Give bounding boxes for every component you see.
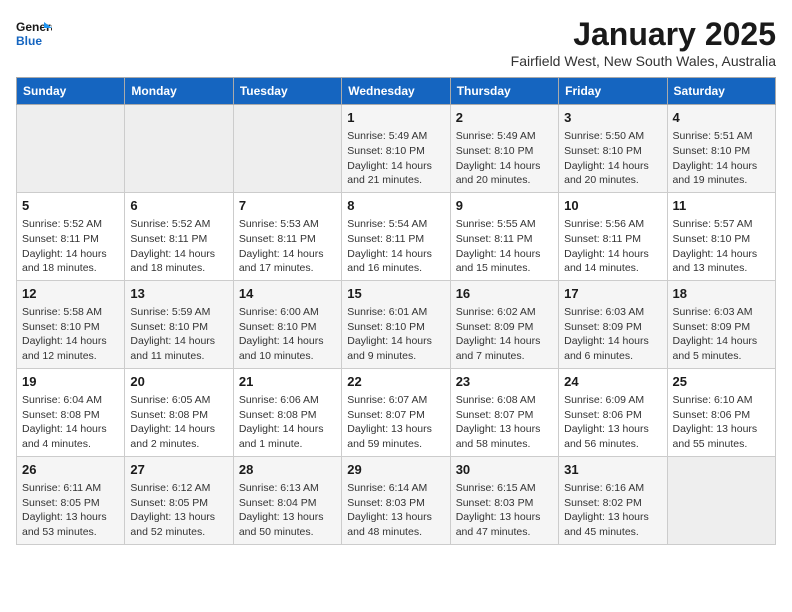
calendar-cell: 27Sunrise: 6:12 AMSunset: 8:05 PMDayligh… xyxy=(125,456,233,544)
day-number: 24 xyxy=(564,373,661,391)
header-day-saturday: Saturday xyxy=(667,78,775,105)
day-number: 18 xyxy=(673,285,770,303)
calendar-cell: 17Sunrise: 6:03 AMSunset: 8:09 PMDayligh… xyxy=(559,280,667,368)
calendar-cell: 8Sunrise: 5:54 AMSunset: 8:11 PMDaylight… xyxy=(342,192,450,280)
calendar-cell: 29Sunrise: 6:14 AMSunset: 8:03 PMDayligh… xyxy=(342,456,450,544)
day-number: 10 xyxy=(564,197,661,215)
day-number: 1 xyxy=(347,109,444,127)
day-number: 12 xyxy=(22,285,119,303)
week-row: 5Sunrise: 5:52 AMSunset: 8:11 PMDaylight… xyxy=(17,192,776,280)
day-number: 14 xyxy=(239,285,336,303)
calendar-cell: 12Sunrise: 5:58 AMSunset: 8:10 PMDayligh… xyxy=(17,280,125,368)
calendar-cell: 16Sunrise: 6:02 AMSunset: 8:09 PMDayligh… xyxy=(450,280,558,368)
calendar-cell: 25Sunrise: 6:10 AMSunset: 8:06 PMDayligh… xyxy=(667,368,775,456)
day-number: 3 xyxy=(564,109,661,127)
calendar-cell xyxy=(125,105,233,193)
calendar-cell: 2Sunrise: 5:49 AMSunset: 8:10 PMDaylight… xyxy=(450,105,558,193)
calendar-cell: 6Sunrise: 5:52 AMSunset: 8:11 PMDaylight… xyxy=(125,192,233,280)
calendar-cell: 28Sunrise: 6:13 AMSunset: 8:04 PMDayligh… xyxy=(233,456,341,544)
day-number: 11 xyxy=(673,197,770,215)
month-title: January 2025 xyxy=(511,16,776,53)
calendar-cell: 3Sunrise: 5:50 AMSunset: 8:10 PMDaylight… xyxy=(559,105,667,193)
title-block: January 2025 Fairfield West, New South W… xyxy=(511,16,776,69)
week-row: 12Sunrise: 5:58 AMSunset: 8:10 PMDayligh… xyxy=(17,280,776,368)
calendar-cell: 9Sunrise: 5:55 AMSunset: 8:11 PMDaylight… xyxy=(450,192,558,280)
day-number: 2 xyxy=(456,109,553,127)
page-header: General Blue January 2025 Fairfield West… xyxy=(16,16,776,69)
day-number: 28 xyxy=(239,461,336,479)
day-number: 20 xyxy=(130,373,227,391)
calendar-cell: 19Sunrise: 6:04 AMSunset: 8:08 PMDayligh… xyxy=(17,368,125,456)
calendar-cell: 22Sunrise: 6:07 AMSunset: 8:07 PMDayligh… xyxy=(342,368,450,456)
day-number: 21 xyxy=(239,373,336,391)
day-number: 9 xyxy=(456,197,553,215)
day-number: 29 xyxy=(347,461,444,479)
calendar-cell: 24Sunrise: 6:09 AMSunset: 8:06 PMDayligh… xyxy=(559,368,667,456)
header-day-tuesday: Tuesday xyxy=(233,78,341,105)
calendar-cell: 10Sunrise: 5:56 AMSunset: 8:11 PMDayligh… xyxy=(559,192,667,280)
week-row: 19Sunrise: 6:04 AMSunset: 8:08 PMDayligh… xyxy=(17,368,776,456)
day-number: 23 xyxy=(456,373,553,391)
calendar-cell xyxy=(17,105,125,193)
day-number: 15 xyxy=(347,285,444,303)
calendar-cell: 18Sunrise: 6:03 AMSunset: 8:09 PMDayligh… xyxy=(667,280,775,368)
calendar-table: SundayMondayTuesdayWednesdayThursdayFrid… xyxy=(16,77,776,545)
calendar-cell: 11Sunrise: 5:57 AMSunset: 8:10 PMDayligh… xyxy=(667,192,775,280)
day-number: 30 xyxy=(456,461,553,479)
calendar-cell: 30Sunrise: 6:15 AMSunset: 8:03 PMDayligh… xyxy=(450,456,558,544)
day-number: 26 xyxy=(22,461,119,479)
calendar-cell: 15Sunrise: 6:01 AMSunset: 8:10 PMDayligh… xyxy=(342,280,450,368)
calendar-cell: 21Sunrise: 6:06 AMSunset: 8:08 PMDayligh… xyxy=(233,368,341,456)
day-number: 5 xyxy=(22,197,119,215)
calendar-cell xyxy=(667,456,775,544)
calendar-cell: 14Sunrise: 6:00 AMSunset: 8:10 PMDayligh… xyxy=(233,280,341,368)
calendar-cell: 7Sunrise: 5:53 AMSunset: 8:11 PMDaylight… xyxy=(233,192,341,280)
calendar-cell: 23Sunrise: 6:08 AMSunset: 8:07 PMDayligh… xyxy=(450,368,558,456)
header-day-monday: Monday xyxy=(125,78,233,105)
day-number: 4 xyxy=(673,109,770,127)
header-day-thursday: Thursday xyxy=(450,78,558,105)
day-number: 31 xyxy=(564,461,661,479)
day-number: 17 xyxy=(564,285,661,303)
calendar-cell: 5Sunrise: 5:52 AMSunset: 8:11 PMDaylight… xyxy=(17,192,125,280)
calendar-cell: 20Sunrise: 6:05 AMSunset: 8:08 PMDayligh… xyxy=(125,368,233,456)
day-number: 6 xyxy=(130,197,227,215)
logo: General Blue xyxy=(16,16,52,52)
calendar-cell: 13Sunrise: 5:59 AMSunset: 8:10 PMDayligh… xyxy=(125,280,233,368)
logo-icon: General Blue xyxy=(16,16,52,52)
day-number: 16 xyxy=(456,285,553,303)
day-number: 19 xyxy=(22,373,119,391)
day-number: 7 xyxy=(239,197,336,215)
calendar-cell: 1Sunrise: 5:49 AMSunset: 8:10 PMDaylight… xyxy=(342,105,450,193)
header-day-wednesday: Wednesday xyxy=(342,78,450,105)
calendar-cell: 4Sunrise: 5:51 AMSunset: 8:10 PMDaylight… xyxy=(667,105,775,193)
svg-text:Blue: Blue xyxy=(16,34,42,48)
header-day-sunday: Sunday xyxy=(17,78,125,105)
calendar-cell: 31Sunrise: 6:16 AMSunset: 8:02 PMDayligh… xyxy=(559,456,667,544)
calendar-cell xyxy=(233,105,341,193)
week-row: 1Sunrise: 5:49 AMSunset: 8:10 PMDaylight… xyxy=(17,105,776,193)
day-number: 22 xyxy=(347,373,444,391)
week-row: 26Sunrise: 6:11 AMSunset: 8:05 PMDayligh… xyxy=(17,456,776,544)
header-day-friday: Friday xyxy=(559,78,667,105)
location: Fairfield West, New South Wales, Austral… xyxy=(511,53,776,69)
day-number: 13 xyxy=(130,285,227,303)
day-number: 25 xyxy=(673,373,770,391)
day-number: 8 xyxy=(347,197,444,215)
day-number: 27 xyxy=(130,461,227,479)
header-row: SundayMondayTuesdayWednesdayThursdayFrid… xyxy=(17,78,776,105)
calendar-cell: 26Sunrise: 6:11 AMSunset: 8:05 PMDayligh… xyxy=(17,456,125,544)
